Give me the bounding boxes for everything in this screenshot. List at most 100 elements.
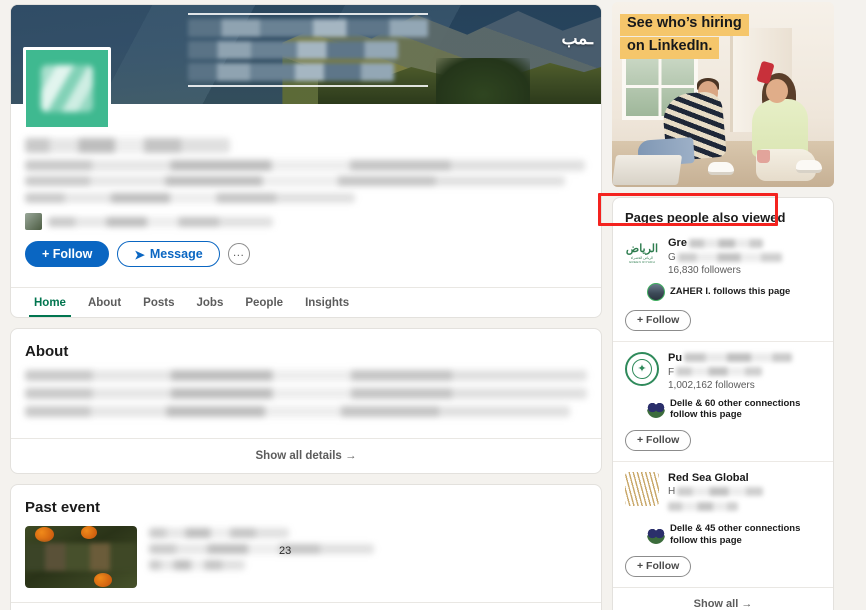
connections-row <box>25 213 587 230</box>
ad-person-right-head <box>766 79 788 103</box>
company-name-redacted <box>25 138 230 153</box>
connections-redacted <box>48 216 273 227</box>
tab-about[interactable]: About <box>79 288 130 317</box>
send-icon: ➤ <box>134 247 145 262</box>
cover-redacted-line <box>188 19 428 37</box>
pages-people-also-viewed-card: Pages people also viewed الرياض الرياض ا… <box>612 197 834 610</box>
flower-icon <box>35 527 55 543</box>
group-avatar <box>647 400 665 419</box>
about-body <box>11 370 601 438</box>
message-button-label: Message <box>149 247 203 261</box>
page-item-subtitle-redacted <box>676 367 763 377</box>
ad-laptop <box>612 155 683 185</box>
tab-jobs[interactable]: Jobs <box>188 288 233 317</box>
social-proof-row: Delle & 60 other connections follow this… <box>647 398 821 421</box>
about-redacted-line <box>25 370 587 381</box>
page-item-subtitle: G <box>668 251 821 264</box>
page-item-name-redacted <box>688 238 763 248</box>
ad-headline-line1: See who’s hiring <box>620 14 749 36</box>
page-item-top: Red Sea Global H <box>625 471 821 517</box>
event-redacted-line <box>149 560 245 570</box>
event-row[interactable]: 23 <box>25 526 587 588</box>
list-item[interactable]: Red Sea Global H Delle & 45 other connec… <box>613 460 833 587</box>
page-item-name-visible: Pu <box>668 351 683 364</box>
about-redacted-line <box>25 388 587 399</box>
page-item-top: الرياض الرياض الخضراء GREEN RIYADH Gre G… <box>625 237 821 276</box>
page-item-info: Gre G 16,830 followers <box>668 237 821 276</box>
linkedin-hiring-ad[interactable]: See who’s hiring on LinkedIn. <box>612 2 834 187</box>
cover-redacted-line <box>188 63 394 81</box>
page-item-name: Pu <box>668 352 821 366</box>
page-item-name: Gre <box>668 237 821 251</box>
page-item-followers-redacted <box>668 502 738 512</box>
about-card: About Show all details → <box>10 328 602 474</box>
company-logo <box>23 47 111 130</box>
cover-redacted-line <box>188 41 398 59</box>
event-visible-fragment: 23 <box>279 545 292 557</box>
about-title: About <box>25 343 69 360</box>
show-all-details-link[interactable]: Show all details → <box>11 438 601 473</box>
page-item-name-redacted <box>684 353 793 363</box>
page-item-subtitle-visible: H <box>668 486 676 498</box>
event-redacted-line <box>149 528 289 538</box>
saudi-emblem-logo-icon: ✦ <box>625 351 659 386</box>
group-avatar <box>647 525 665 544</box>
cover-overlay-text <box>188 13 428 87</box>
connection-avatar <box>25 213 42 230</box>
page-item-subtitle: H <box>668 485 821 498</box>
ad-shoe <box>796 160 822 173</box>
show-all-events-link[interactable]: Show all events → <box>11 602 601 610</box>
social-proof-row: ZAHER I. follows this page <box>647 282 821 301</box>
company-meta-redacted <box>25 193 355 203</box>
past-event-title: Past event <box>25 499 101 516</box>
list-item[interactable]: الرياض الرياض الخضراء GREEN RIYADH Gre G… <box>613 233 833 341</box>
about-redacted-line <box>25 406 571 417</box>
follow-button[interactable]: + Follow <box>625 555 692 577</box>
company-tagline-redacted-line2 <box>25 176 565 186</box>
company-logo-redacted-mark <box>40 65 94 112</box>
tab-posts[interactable]: Posts <box>134 288 183 317</box>
more-options-button[interactable]: … <box>227 243 250 265</box>
past-event-body: 23 <box>11 526 601 602</box>
flower-icon <box>81 526 97 539</box>
cover-rule-top <box>188 13 428 15</box>
emblem-inner: ✦ <box>632 358 652 379</box>
page-item-subtitle: F <box>668 366 821 379</box>
tab-insights[interactable]: Insights <box>296 288 358 317</box>
profile-tabs: Home About Posts Jobs People Insights <box>11 287 601 317</box>
green-riyadh-logo-icon: الرياض الرياض الخضراء GREEN RIYADH <box>625 237 659 271</box>
company-profile-card: ـمب + Follow ➤ Message … Home About Post… <box>10 4 602 318</box>
social-proof-text: Delle & 60 other connections follow this… <box>670 397 801 421</box>
social-proof-text: Delle & 45 other connections follow this… <box>670 523 801 546</box>
pages-people-also-viewed-title: Pages people also viewed <box>625 210 786 225</box>
page-item-info: Red Sea Global H <box>668 472 821 517</box>
tab-home[interactable]: Home <box>25 288 75 317</box>
ad-shoe <box>708 162 734 175</box>
person-avatar <box>647 282 665 301</box>
event-thumbnail-redacted-band <box>25 543 137 571</box>
tab-people[interactable]: People <box>236 288 292 317</box>
main-column: ـمب + Follow ➤ Message … Home About Post… <box>10 4 602 610</box>
sidebar: See who’s hiring on LinkedIn. Pages peop… <box>612 2 834 610</box>
show-all-pages-link[interactable]: Show all → <box>613 586 833 610</box>
list-item[interactable]: ✦ Pu F 1,002,162 followers Delle & 60 ot… <box>613 340 833 461</box>
logo-arabic-text: الرياض <box>625 243 659 255</box>
event-thumbnail <box>25 526 137 588</box>
message-button[interactable]: ➤ Message <box>117 241 220 267</box>
event-meta: 23 <box>149 526 587 588</box>
social-proof-row: Delle & 45 other connections follow this… <box>647 523 821 546</box>
follow-button[interactable]: + Follow <box>25 241 110 267</box>
follow-button[interactable]: + Follow <box>625 429 692 451</box>
profile-actions: + Follow ➤ Message … <box>25 241 587 267</box>
page-item-name-visible: Red Sea Global <box>668 471 749 484</box>
page-item-top: ✦ Pu F 1,002,162 followers <box>625 351 821 391</box>
cover-tree <box>435 58 531 104</box>
ad-mug <box>757 150 770 163</box>
page-item-followers: 16,830 followers <box>668 264 741 276</box>
page-item-name-visible: Gre <box>668 237 687 249</box>
page-item-name: Red Sea Global <box>668 472 821 486</box>
flower-icon <box>94 572 113 587</box>
cover-rule-bottom <box>188 85 428 87</box>
page-item-followers: 1,002,162 followers <box>668 379 755 391</box>
follow-button[interactable]: + Follow <box>625 309 692 331</box>
